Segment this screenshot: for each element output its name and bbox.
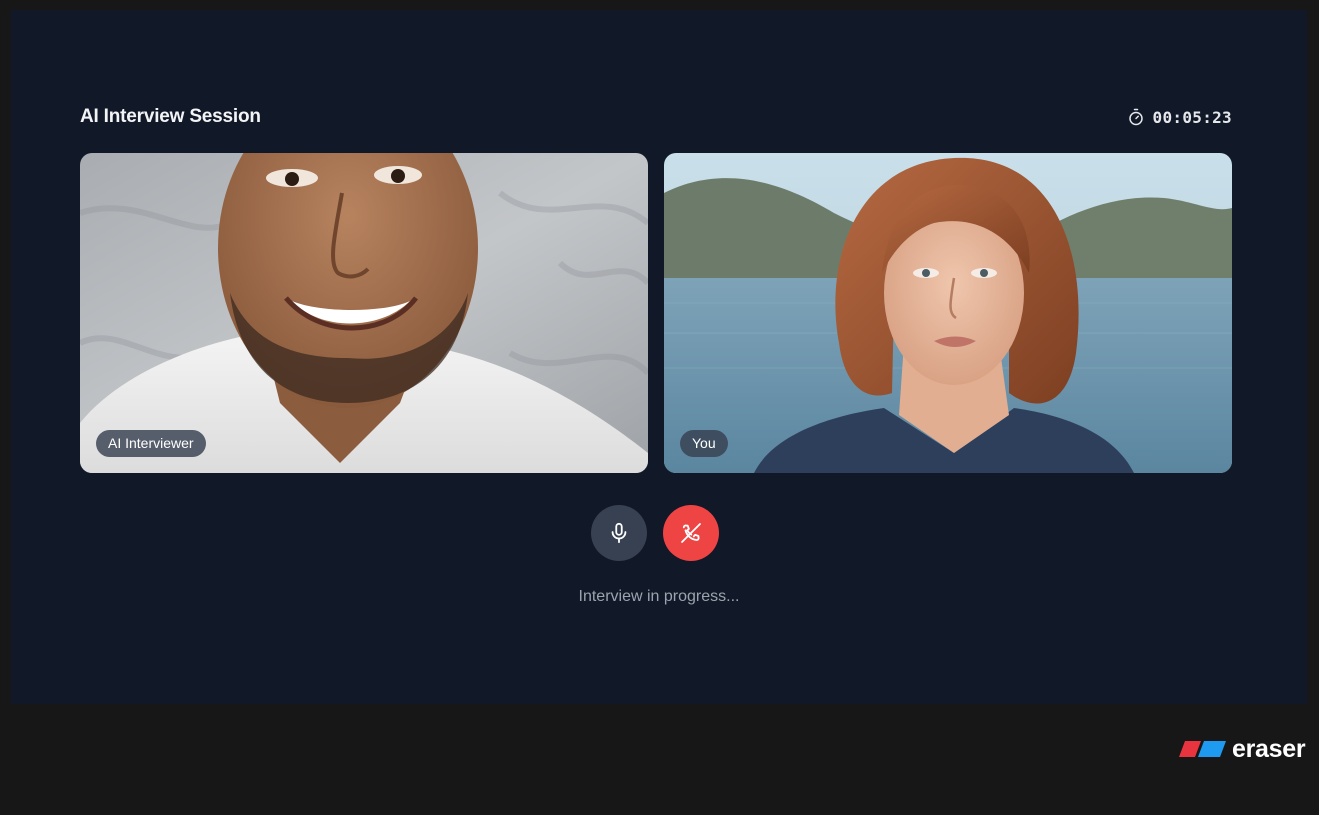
brand-name: eraser <box>1232 734 1306 763</box>
timer-value: 00:05:23 <box>1152 107 1232 127</box>
session-header: AI Interview Session 00:05:23 <box>80 103 1232 131</box>
call-controls <box>591 505 719 561</box>
participant-label-ai: AI Interviewer <box>96 430 206 457</box>
app-window: AI Interview Session 00:05:23 AI Intervi… <box>11 10 1307 704</box>
end-call-button[interactable] <box>663 505 719 561</box>
microphone-button[interactable] <box>591 505 647 561</box>
brand-watermark: eraser <box>1178 734 1306 763</box>
call-status: Interview in progress... <box>578 588 740 605</box>
eraser-logo <box>1179 741 1226 757</box>
ai-interviewer-video <box>80 153 648 473</box>
video-grid: AI Interviewer You <box>80 153 1232 473</box>
session-timer: 00:05:23 <box>1127 108 1232 127</box>
page-title: AI Interview Session <box>80 106 261 127</box>
phone-off-icon <box>681 523 701 543</box>
participant-label-you: You <box>680 430 728 457</box>
stopwatch-icon <box>1128 108 1143 126</box>
video-tile-you: You <box>664 153 1232 473</box>
video-tile-ai-interviewer: AI Interviewer <box>80 153 648 473</box>
self-video <box>664 153 1232 473</box>
microphone-icon <box>611 522 627 544</box>
